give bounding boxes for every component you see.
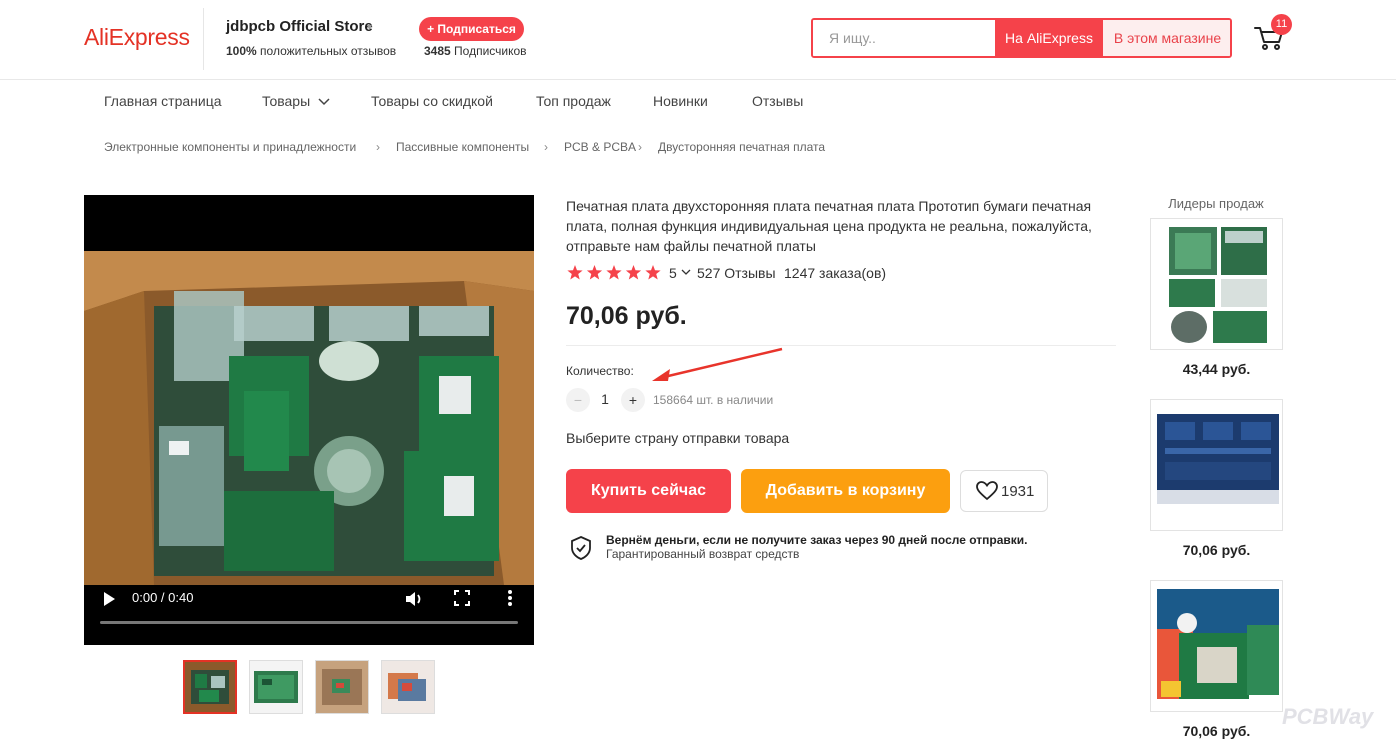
volume-icon[interactable]	[404, 590, 424, 608]
product-video[interactable]: 0:00 / 0:40	[84, 195, 534, 645]
chevron-down-icon	[318, 98, 330, 106]
guarantee-title: Вернём деньги, если не получите заказ че…	[606, 533, 1028, 547]
thumbnail-image	[185, 662, 235, 712]
search-input[interactable]	[813, 20, 995, 56]
nav-item-products-label: Товары	[262, 93, 311, 109]
bestseller-image	[1151, 219, 1282, 349]
more-vertical-icon[interactable]	[506, 589, 514, 607]
breadcrumb-item[interactable]: Электронные компоненты и принадлежности	[104, 140, 356, 154]
header-divider	[203, 8, 204, 70]
store-name[interactable]: jdbpcb Official Store	[226, 18, 373, 35]
aliexpress-logo[interactable]: AliExpress	[84, 24, 190, 51]
chevron-down-icon[interactable]	[681, 269, 691, 276]
star-icon	[645, 265, 661, 280]
ship-from-selector[interactable]: Выберите страну отправки товара	[566, 430, 789, 446]
thumbnail[interactable]	[381, 660, 435, 714]
thumbnail-image	[382, 661, 434, 713]
bestseller-image	[1151, 400, 1282, 530]
shield-check-icon	[571, 536, 591, 560]
star-icon	[586, 265, 603, 280]
quantity-label: Количество:	[566, 364, 634, 378]
rating-value[interactable]: 5	[669, 265, 677, 281]
subscribers-count: 3485	[424, 44, 451, 58]
rating-stars	[567, 265, 661, 280]
chevron-right-icon: ›	[638, 140, 642, 154]
header: AliExpress jdbpcb Official Store ▼ 100% …	[0, 0, 1396, 80]
nav-item-top-sales[interactable]: Топ продаж	[536, 93, 611, 109]
stock-available: 158664 шт. в наличии	[653, 393, 774, 407]
bestseller-price: 70,06 руб.	[1182, 542, 1251, 558]
product-price: 70,06 руб.	[566, 302, 687, 330]
bestseller-image	[1151, 581, 1282, 711]
video-time: 0:00 / 0:40	[132, 590, 194, 605]
subscribers-label: Подписчиков	[454, 44, 527, 58]
product-title: Печатная плата двухсторонняя плата печат…	[566, 198, 1092, 254]
quantity-value[interactable]: 1	[590, 391, 620, 407]
breadcrumb-item[interactable]: Двусторонняя печатная плата	[658, 140, 825, 154]
star-icon	[625, 265, 642, 280]
store-rating: 100% положительных отзывов	[226, 44, 396, 58]
bestsellers-title: Лидеры продаж	[1168, 196, 1264, 211]
search-aliexpress-button[interactable]: На AliExpress	[995, 20, 1103, 56]
play-icon[interactable]	[102, 591, 116, 607]
bestseller-card[interactable]	[1150, 399, 1283, 531]
bestseller-price: 43,44 руб.	[1182, 361, 1251, 377]
thumbnail-image	[250, 661, 302, 713]
nav-item-discounts[interactable]: Товары со скидкой	[371, 93, 493, 109]
buy-now-button[interactable]: Купить сейчас	[566, 469, 731, 513]
thumbnail[interactable]	[315, 660, 369, 714]
nav-item-home[interactable]: Главная страница	[104, 93, 222, 109]
star-icon	[606, 265, 622, 280]
fullscreen-icon[interactable]	[454, 590, 470, 606]
bestseller-card[interactable]	[1150, 218, 1283, 350]
watermark: PCBWay	[1282, 704, 1374, 729]
bestseller-price: 70,06 руб.	[1182, 723, 1251, 739]
thumbnail[interactable]	[249, 660, 303, 714]
star-icon	[567, 265, 583, 280]
nav-item-new[interactable]: Новинки	[653, 93, 708, 109]
subscribe-button[interactable]: + Подписаться	[419, 17, 524, 41]
thumbnail-image	[316, 661, 368, 713]
nav-item-reviews[interactable]: Отзывы	[752, 93, 803, 109]
quantity-decrease-button[interactable]: −	[566, 388, 590, 412]
search-in-store-button[interactable]: В этом магазине	[1103, 20, 1230, 56]
heart-icon	[976, 481, 998, 501]
search-bar: На AliExpress В этом магазине	[811, 18, 1232, 58]
video-controls: 0:00 / 0:40	[84, 585, 534, 645]
thumbnail[interactable]	[183, 660, 237, 714]
quantity-increase-button[interactable]: +	[621, 388, 645, 412]
bestseller-card[interactable]	[1150, 580, 1283, 712]
red-arrow-annotation	[652, 347, 783, 381]
orders-count: 1247 заказа(ов)	[784, 265, 887, 281]
video-progress-track[interactable]	[100, 621, 518, 624]
rating-percent: 100%	[226, 44, 257, 58]
cart-count-badge: 11	[1271, 14, 1292, 35]
wishlist-button[interactable]: 1931	[960, 470, 1048, 512]
breadcrumb-item[interactable]: PCB & PCBA	[564, 140, 636, 154]
chevron-right-icon: ›	[544, 140, 548, 154]
add-to-cart-button[interactable]: Добавить в корзину	[741, 469, 950, 513]
video-frame	[84, 251, 534, 585]
rating-label: положительных отзывов	[260, 44, 397, 58]
breadcrumb-item[interactable]: Пассивные компоненты	[396, 140, 529, 154]
nav-item-products[interactable]: Товары	[262, 93, 330, 109]
wishlist-count: 1931	[1001, 483, 1035, 500]
store-subscribers: 3485 Подписчиков	[424, 44, 527, 58]
chevron-right-icon: ›	[376, 140, 380, 154]
reviews-count[interactable]: 527 Отзывы	[697, 265, 776, 281]
guarantee-subtitle: Гарантированный возврат средств	[606, 547, 800, 561]
chevron-down-icon[interactable]: ▼	[365, 22, 374, 32]
